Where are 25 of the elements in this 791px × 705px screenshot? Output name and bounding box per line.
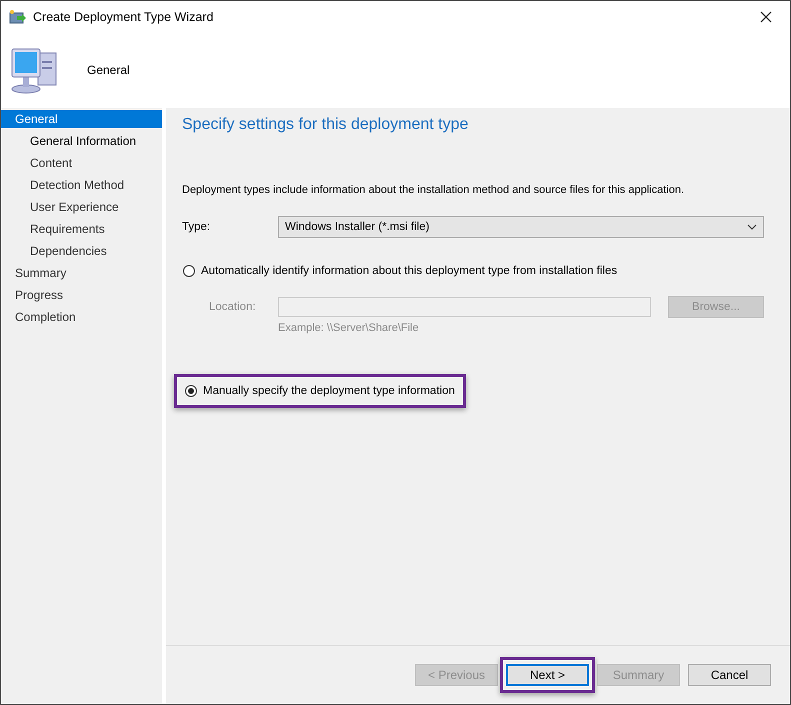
nav-item[interactable]: Dependencies [1,242,162,260]
type-dropdown[interactable]: Windows Installer (*.msi file) [278,216,764,238]
page-heading: Specify settings for this deployment type [182,116,470,135]
radio-option[interactable]: Automatically identify information about this deployment type from installation files [183,265,618,277]
page-title: General [87,63,130,77]
nav-item[interactable]: Summary [1,264,162,282]
nav-item[interactable]: General Information [1,132,162,150]
wizard-icon [9,8,27,24]
nav-item[interactable]: User Experience [1,198,162,216]
wizard-button[interactable]: Next > [506,664,589,686]
close-icon[interactable] [760,10,772,22]
window-title: Create Deployment Type Wizard [33,10,214,24]
chevron-down-icon [747,224,757,230]
radio-option[interactable]: Manually specify the deployment type information [185,385,455,397]
nav-item[interactable]: Detection Method [1,176,162,194]
nav-item[interactable]: Completion [1,308,162,326]
nav-item[interactable]: Content [1,154,162,172]
example-text: Example: \\Server\Share\File [277,322,420,334]
type-label: Type: [182,221,212,233]
nav-item[interactable]: Requirements [1,220,162,238]
description-text: Deployment types include information about the installation method and source files for this application. [182,184,686,196]
nav-item[interactable]: General [1,110,162,128]
nav-item[interactable]: Progress [1,286,162,304]
wizard-button[interactable]: Cancel [688,664,771,686]
location-label: Location: [209,301,257,313]
